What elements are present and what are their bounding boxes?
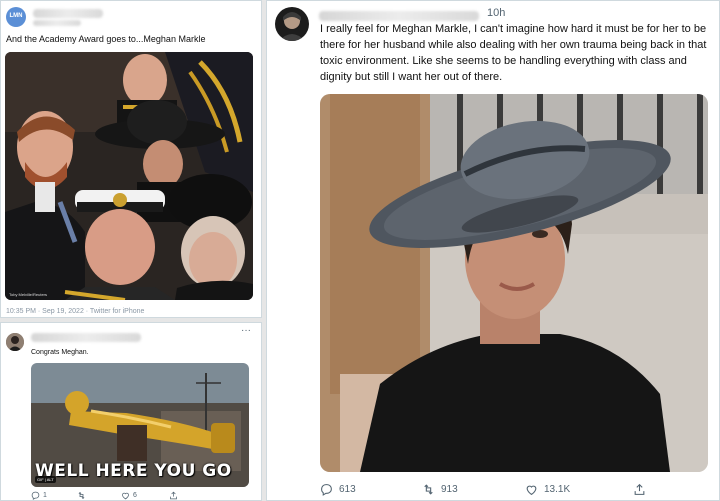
retweet-button[interactable] [77,491,86,500]
share-button[interactable] [169,491,178,500]
share-icon [634,483,645,495]
like-icon [526,485,537,496]
tweet-card-reply[interactable]: ··· Congrats Meghan. WELL HERE YOU GO GI… [0,322,262,501]
tweet-gif-oscar[interactable]: WELL HERE YOU GO GIF | ALT [31,363,249,487]
tweet-text: I really feel for Meghan Markle, I can't… [320,23,707,83]
gif-caption: WELL HERE YOU GO [35,461,232,481]
tweet-photo-royals[interactable]: Toby Melville/Reuters [5,52,253,300]
tweet-card-meghan[interactable]: 10h I really feel for Meghan Markle, I c… [266,0,720,501]
share-icon [170,491,177,500]
reply-count: 1 [43,492,47,499]
reply-button[interactable]: 613 [320,483,356,496]
avatar-image [6,333,24,351]
gif-badge[interactable]: GIF | ALT [35,476,56,483]
like-button[interactable]: 13.1K [525,483,570,496]
blurred-username [31,333,141,342]
like-icon [122,492,129,500]
avatar[interactable] [6,333,24,351]
blurred-username [33,9,103,18]
tweet-text: And the Academy Award goes to...Meghan M… [6,34,206,44]
reply-icon [31,491,40,500]
photo-credit: Toby Melville/Reuters [9,292,48,297]
like-button[interactable]: 6 [121,491,137,500]
blurred-username [319,11,479,21]
tweet-timestamp[interactable]: 10:35 PM · Sep 19, 2022 · Twitter for iP… [6,308,144,315]
retweet-count: 913 [441,484,458,495]
meghan-hat-image [320,94,708,472]
avatar[interactable]: LMN [6,7,26,27]
like-count: 13.1K [544,484,571,495]
blurred-handle [33,20,81,26]
avatar-label: LMN [9,13,23,19]
tweet-photo-meghan[interactable] [320,94,708,472]
royal-family-image [5,52,253,300]
tweet-text: Congrats Meghan. [31,349,89,356]
retweet-icon [424,484,433,495]
retweet-button[interactable]: 913 [422,483,458,496]
more-icon[interactable]: ··· [241,325,251,336]
reply-icon [321,484,332,496]
retweet-icon [78,491,85,500]
reply-button[interactable]: 1 [31,491,47,500]
tweet-time[interactable]: 10h [487,7,505,19]
tweet-card-academy[interactable]: LMN And the Academy Award goes to...Megh… [0,0,262,318]
reply-count: 613 [339,484,356,495]
avatar[interactable] [275,7,309,41]
share-button[interactable] [633,483,646,496]
avatar-image [275,7,309,41]
like-count: 6 [133,492,137,499]
